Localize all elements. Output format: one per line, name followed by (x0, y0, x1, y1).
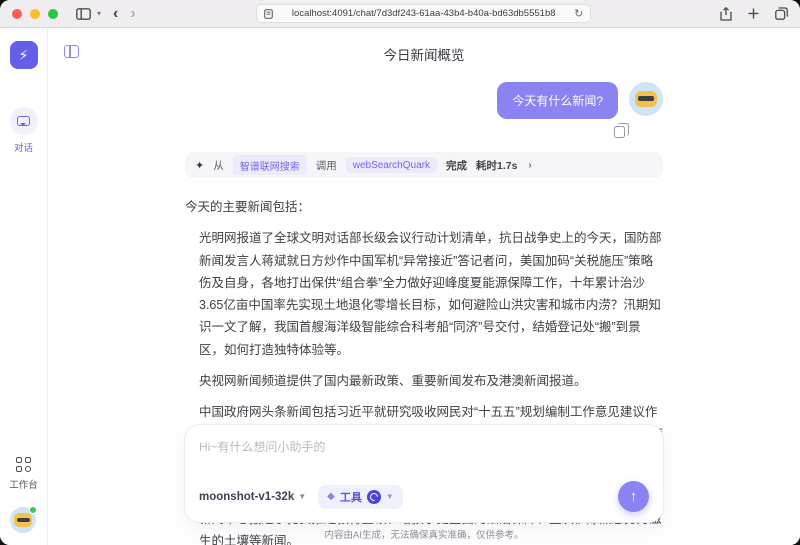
sidebar-item-workbench[interactable]: 工作台 (9, 457, 38, 491)
chevron-down-icon: ▼ (298, 492, 306, 501)
tool-call-verb: 调用 (316, 158, 337, 173)
arrow-up-icon: ↑ (630, 488, 638, 505)
sidebar-workbench-label: 工作台 (9, 477, 38, 491)
chevron-down-icon[interactable]: ▾ (97, 9, 101, 18)
online-status-dot (29, 506, 37, 514)
model-selector[interactable]: moonshot-v1-32k ▼ (199, 491, 306, 503)
tool-expand-chevron[interactable]: › (528, 160, 531, 171)
message-input[interactable]: Hi~有什么想问小助手的 (199, 438, 649, 455)
app-sidebar: ⚡ 对话 工作台 (0, 28, 48, 545)
tab-overview-icon[interactable] (775, 7, 788, 20)
url-text[interactable]: localhost:4091/chat/7d3df243-61aa-43b4-b… (279, 8, 568, 19)
url-bar[interactable]: localhost:4091/chat/7d3df243-61aa-43b4-b… (256, 4, 591, 23)
new-tab-icon[interactable] (748, 8, 759, 19)
tool-count-badge (367, 490, 381, 504)
forward-button[interactable]: › (130, 6, 135, 22)
tool-call-prefix: 从 (213, 158, 224, 173)
sidebar-chat-label: 对话 (14, 140, 33, 154)
page-title: 今日新闻概览 (48, 44, 800, 64)
diamond-icon: ◆ (327, 491, 335, 502)
tool-spark-icon: ✦ (195, 159, 204, 172)
minimize-window-button[interactable] (30, 9, 40, 19)
zoom-window-button[interactable] (48, 9, 58, 19)
browser-chrome: ▾ ‹ › localhost:4091/chat/7d3df243-61aa-… (0, 0, 800, 28)
browser-window: ▾ ‹ › localhost:4091/chat/7d3df243-61aa-… (0, 0, 800, 545)
tool-duration: 耗时1.7s (476, 158, 517, 173)
traffic-lights (12, 9, 58, 19)
share-icon[interactable] (720, 7, 732, 21)
avatar-face (14, 513, 32, 527)
tools-selector[interactable]: ◆ 工具 ▼ (318, 485, 403, 509)
user-message-row: 今天有什么新闻? (185, 82, 663, 119)
tools-label: 工具 (340, 489, 362, 505)
answer-paragraph: 光明网报道了全球文明对话部长级会议行动计划清单，抗日战争史上的今天，国防部新闻发… (185, 227, 663, 361)
model-name: moonshot-v1-32k (199, 491, 294, 503)
app-logo[interactable]: ⚡ (10, 41, 38, 69)
lightning-icon: ⚡ (19, 47, 29, 64)
sidebar-item-chat[interactable]: 对话 (10, 107, 38, 154)
tool-call-bar[interactable]: ✦ 从 智谱联网搜索 调用 webSearchQuark 完成 耗时1.7s › (185, 152, 663, 178)
answer-paragraph: 央视网新闻频道提供了国内最新政策、重要新闻发布及港澳新闻报道。 (185, 370, 663, 392)
profile-avatar[interactable] (10, 507, 36, 533)
composer: Hi~有什么想问小助手的 moonshot-v1-32k ▼ ◆ 工具 ▼ ↑ (184, 424, 664, 523)
tool-status: 完成 (446, 158, 467, 173)
copy-message-icon[interactable] (614, 126, 625, 138)
answer-intro: 今天的主要新闻包括： (185, 196, 663, 218)
chat-bubble-icon (17, 116, 30, 126)
reload-icon[interactable]: ↻ (574, 7, 583, 20)
grid-icon (16, 457, 31, 472)
site-settings-icon[interactable] (264, 9, 273, 19)
chevron-down-icon: ▼ (386, 492, 394, 501)
back-button[interactable]: ‹ (113, 6, 118, 22)
tool-name-badge: webSearchQuark (346, 157, 437, 173)
close-window-button[interactable] (12, 9, 22, 19)
send-button[interactable]: ↑ (618, 481, 649, 512)
user-message-bubble: 今天有什么新闻? (497, 82, 618, 119)
browser-sidebar-icon[interactable] (76, 8, 91, 20)
ai-disclaimer: 内容由AI生成，无法确保真实准确，仅供参考。 (48, 527, 800, 541)
user-avatar (629, 82, 663, 116)
chat-main: 今日新闻概览 今天有什么新闻? ✦ 从 智谱联网搜索 调用 (48, 28, 800, 545)
tool-provider-badge: 智谱联网搜索 (233, 155, 307, 175)
